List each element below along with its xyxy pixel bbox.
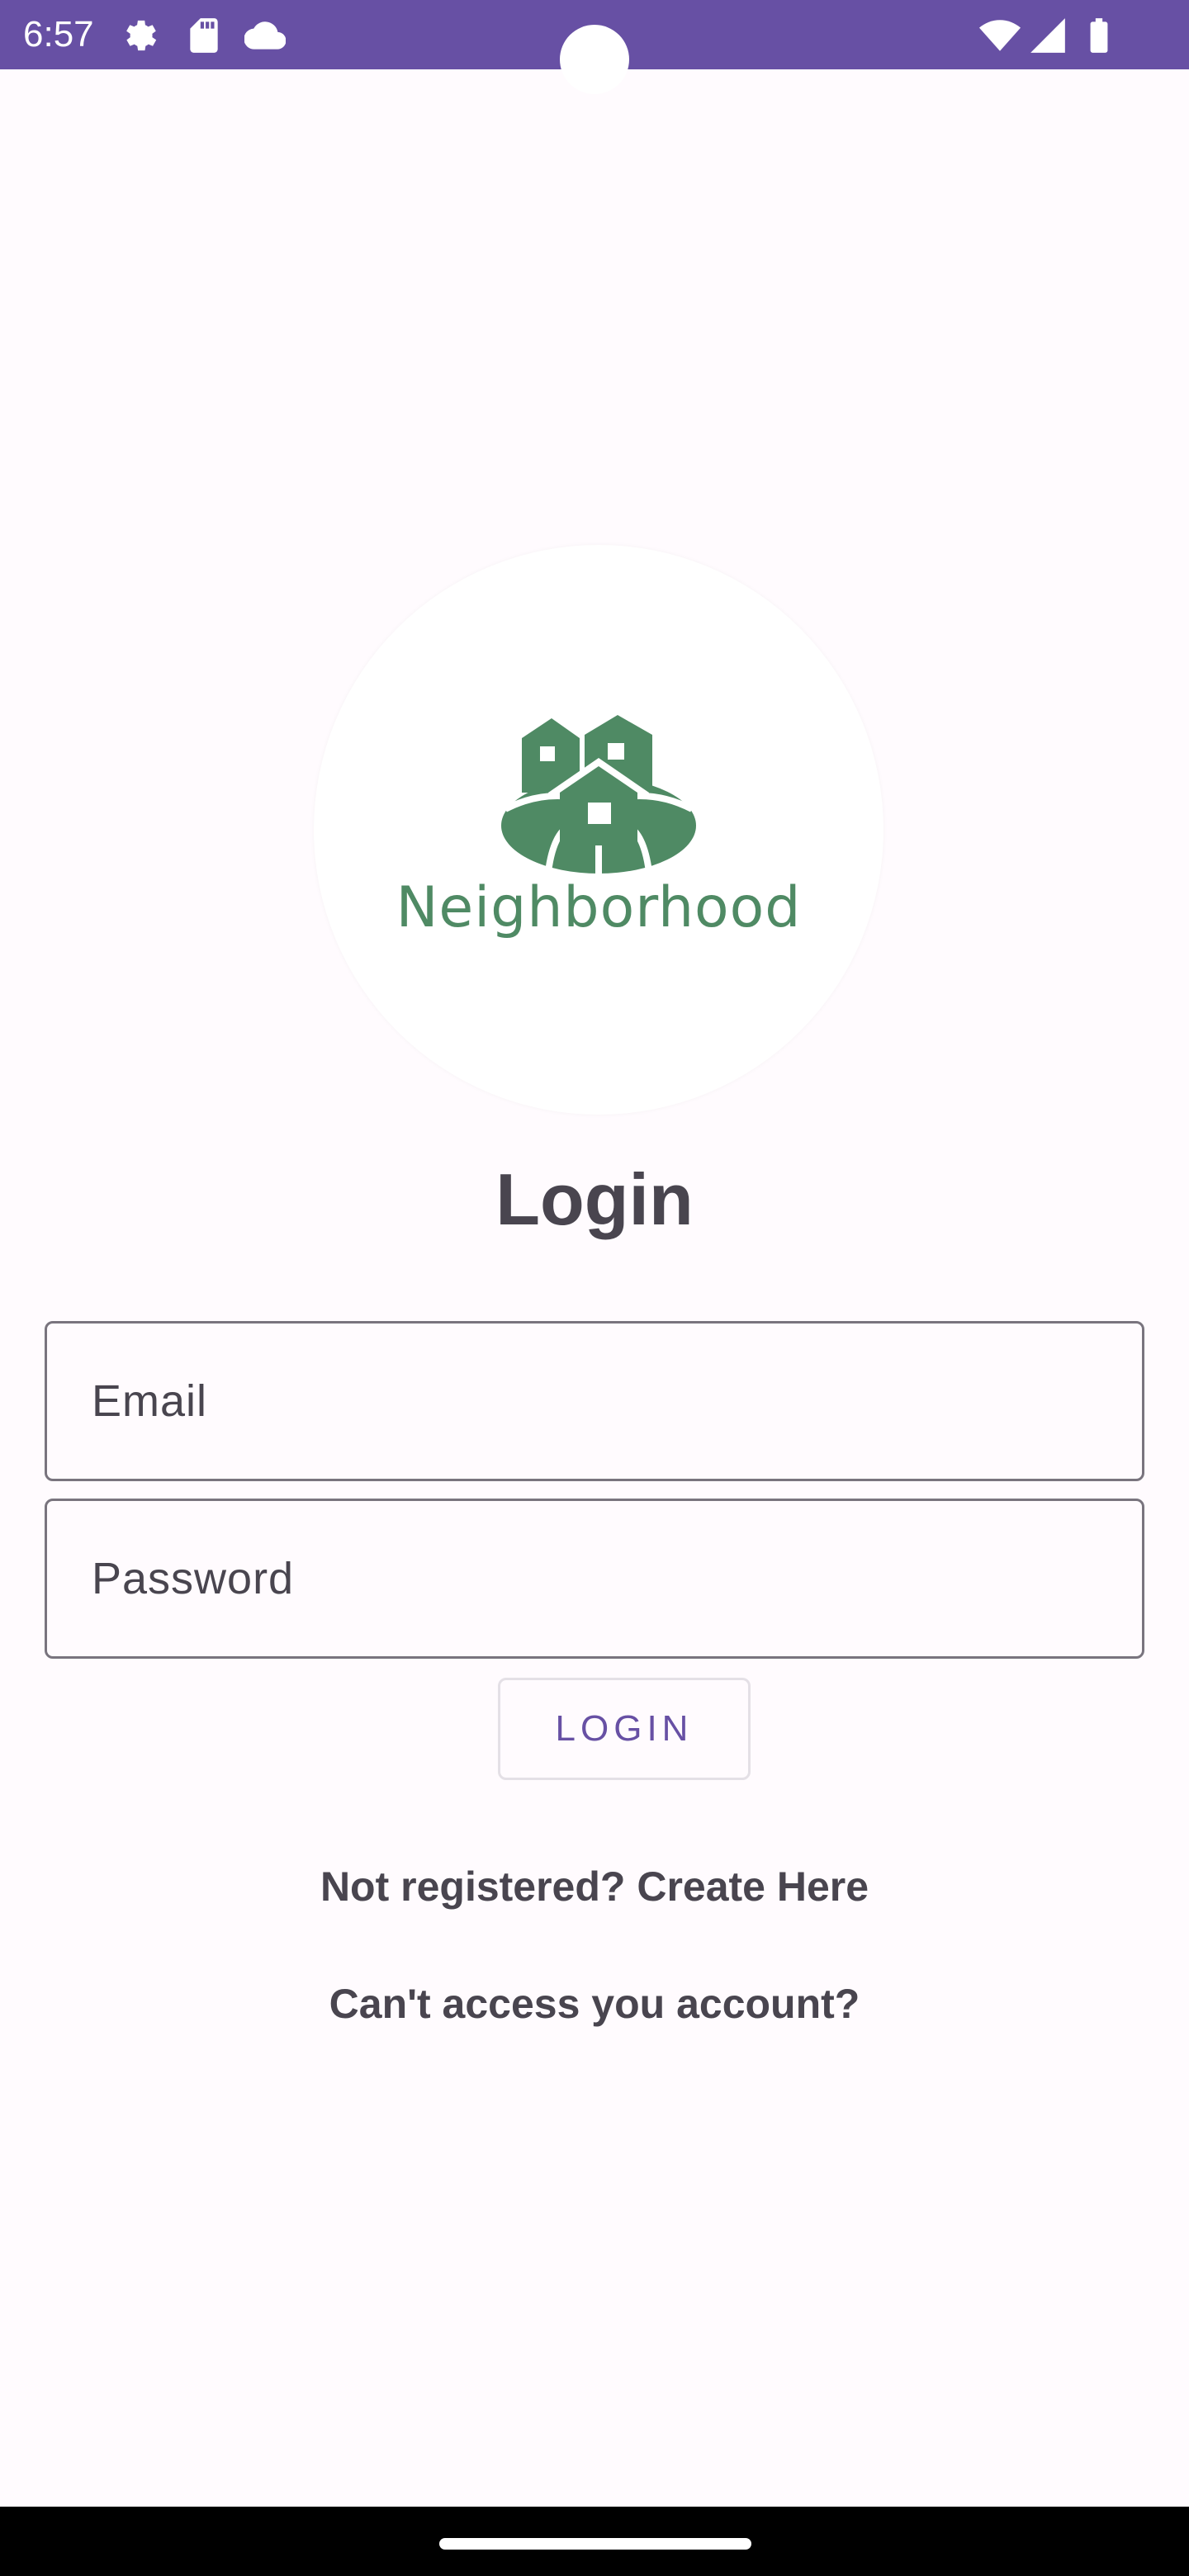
email-input[interactable] [47, 1324, 1142, 1479]
wifi-icon [979, 20, 1021, 51]
camera-cutout [560, 25, 629, 94]
houses-logo-icon [501, 715, 696, 875]
login-button[interactable]: LOGIN [498, 1678, 751, 1780]
cloud-icon [244, 21, 286, 50]
login-screen: 6:57 Neighborhood Login Email LOGIN Not … [0, 0, 1189, 2576]
home-gesture-handle[interactable] [439, 2538, 751, 2550]
register-link[interactable]: Not registered? Create Here [0, 1863, 1189, 1911]
signal-icon [1030, 18, 1065, 53]
gear-icon [126, 20, 157, 51]
status-bar: 6:57 [0, 0, 1189, 94]
password-field[interactable] [45, 1499, 1144, 1659]
status-time: 6:57 [23, 14, 94, 54]
battery-icon [1090, 18, 1108, 53]
logo-text: Neighborhood [396, 875, 802, 940]
email-field[interactable] [45, 1321, 1144, 1481]
app-logo: Neighborhood [314, 545, 883, 1115]
page-title: Login [495, 1158, 694, 1240]
password-input[interactable] [47, 1501, 1142, 1656]
sd-card-icon [190, 18, 218, 53]
recover-account-link[interactable]: Can't access you account? [0, 1980, 1189, 2028]
navigation-bar [0, 2507, 1189, 2576]
